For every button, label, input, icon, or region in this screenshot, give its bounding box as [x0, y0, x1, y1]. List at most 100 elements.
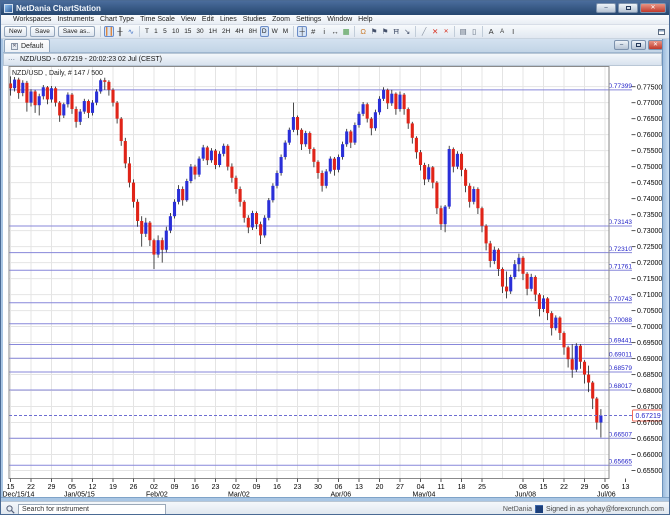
annotation-icon[interactable]: Ħ	[391, 26, 401, 37]
chart-close-button[interactable]: ✕	[648, 40, 663, 50]
price-chart[interactable]: 0.77399 0.73143 0.72310 0.71761 0.70743 0.700…	[1, 66, 664, 497]
svg-text:15: 15	[540, 484, 548, 491]
menu-window[interactable]: Window	[327, 16, 352, 23]
menu-studies[interactable]: Studies	[243, 16, 266, 23]
tab-label: Default	[21, 42, 44, 50]
window-controls: – ✕	[596, 3, 666, 13]
timeframe-w-button[interactable]: W	[270, 26, 280, 37]
font-decrease-icon[interactable]: A	[497, 26, 507, 37]
timeframe-30-button[interactable]: 30	[194, 26, 205, 37]
svg-text:29: 29	[581, 484, 589, 491]
svg-text:0.77000: 0.77000	[637, 100, 662, 107]
menu-workspaces[interactable]: Workspaces	[13, 16, 51, 23]
chart-window-menu-icon[interactable]: ⋯	[8, 56, 16, 64]
close-button[interactable]: ✕	[640, 3, 666, 13]
bar-chart-icon[interactable]: ┃┃	[103, 26, 114, 37]
instrument-search-input[interactable]	[18, 503, 166, 514]
delete-line-icon[interactable]: ✕	[430, 26, 440, 37]
info-icon[interactable]: i	[319, 26, 329, 37]
menu-zoom[interactable]: Zoom	[272, 16, 290, 23]
svg-text:0.74000: 0.74000	[637, 196, 662, 203]
timeframe-t-button[interactable]: T	[143, 26, 151, 37]
maximize-button[interactable]	[618, 3, 638, 13]
menu-lines[interactable]: Lines	[220, 16, 237, 23]
alert-down-icon[interactable]: ⚑	[369, 26, 379, 37]
svg-text:16: 16	[191, 484, 199, 491]
new-button[interactable]: New	[4, 26, 28, 37]
chart-minimize-button[interactable]: –	[614, 40, 629, 50]
timeframe-1-button[interactable]: 1	[152, 26, 160, 37]
text-tool-icon[interactable]: I	[508, 26, 518, 37]
svg-text:0.75000: 0.75000	[637, 164, 662, 171]
svg-text:0.70743: 0.70743	[609, 296, 633, 303]
menu-help[interactable]: Help	[358, 16, 372, 23]
timeframe-2h-button[interactable]: 2H	[220, 26, 232, 37]
save-button[interactable]: Save	[30, 26, 55, 37]
font-increase-icon[interactable]: A	[486, 26, 496, 37]
timeframe-15-button[interactable]: 15	[182, 26, 193, 37]
menu-settings[interactable]: Settings	[296, 16, 321, 23]
grid-icon[interactable]: #	[308, 26, 318, 37]
svg-text:0.69011: 0.69011	[609, 351, 632, 358]
timeframe-5-button[interactable]: 5	[161, 26, 169, 37]
toolbar-separator	[293, 26, 295, 37]
window-restore-icon	[657, 28, 665, 35]
alert-up-icon[interactable]: ⚑	[380, 26, 390, 37]
svg-text:18: 18	[458, 484, 466, 491]
menu-edit[interactable]: Edit	[202, 16, 214, 23]
expand-icon[interactable]: ↔	[330, 26, 340, 37]
minimize-button[interactable]: –	[596, 3, 616, 13]
svg-text:0.65665: 0.65665	[609, 458, 633, 465]
trend-step-icon[interactable]: ↘	[402, 26, 412, 37]
svg-text:0.72310: 0.72310	[609, 246, 633, 253]
menu-instruments[interactable]: Instruments	[57, 16, 94, 23]
svg-text:08: 08	[519, 484, 527, 491]
timeframe-m-button[interactable]: M	[281, 26, 290, 37]
print-preview-icon[interactable]: ▯	[469, 26, 479, 37]
svg-text:0.70000: 0.70000	[637, 324, 662, 331]
svg-text:0.71500: 0.71500	[637, 276, 662, 283]
menu-chart-type[interactable]: Chart Type	[100, 16, 134, 23]
toolbar-separator	[415, 26, 417, 37]
delete-all-lines-icon[interactable]: ✕	[441, 26, 451, 37]
svg-text:0.67000: 0.67000	[637, 420, 662, 427]
tab-default[interactable]: ✕ Default	[4, 39, 51, 52]
menu-view[interactable]: View	[181, 16, 196, 23]
toolbar-separator	[482, 26, 484, 37]
tab-close-icon[interactable]: ✕	[11, 42, 18, 50]
svg-text:23: 23	[212, 484, 220, 491]
svg-text:22: 22	[27, 484, 35, 491]
toolbar: New Save Save as.. ┃┃ ╫ ∿ T 1 5 10 15 30 1H 2H 4H 8H D W M…	[1, 25, 669, 39]
svg-text:09: 09	[171, 484, 179, 491]
tab-bar: ✕ Default – ✕	[1, 39, 669, 53]
trendline-icon[interactable]: ╱	[419, 26, 429, 37]
svg-text:0.77399: 0.77399	[609, 83, 633, 90]
timeframe-1h-button[interactable]: 1H	[207, 26, 219, 37]
svg-text:0.74500: 0.74500	[637, 180, 662, 187]
search-icon	[6, 504, 15, 514]
crosshair-icon[interactable]: ┼	[297, 26, 308, 37]
menu-time-scale[interactable]: Time Scale	[140, 16, 175, 23]
svg-text:0.66507: 0.66507	[609, 431, 633, 438]
svg-text:12: 12	[89, 484, 97, 491]
brand-label: NetDania	[502, 505, 532, 513]
candlestick-chart-canvas[interactable]: 0.77399 0.73143 0.72310 0.71761 0.70743 0.700…	[1, 66, 664, 497]
print-icon[interactable]: ▤	[458, 26, 468, 37]
chart-legend: NZD/USD , Daily, # 147 / 500	[12, 70, 103, 77]
timeframe-d-button[interactable]: D	[259, 26, 269, 37]
title-bar[interactable]: NetDania ChartStation – ✕	[1, 1, 669, 15]
svg-text:0.65500: 0.65500	[637, 468, 662, 475]
save-as-button[interactable]: Save as..	[57, 26, 95, 37]
candlestick-icon[interactable]: ╫	[115, 26, 125, 37]
alarm-bell-icon[interactable]: Ω	[358, 26, 368, 37]
snapshot-icon[interactable]: ▦	[341, 26, 351, 37]
status-bar: NetDania Signed in as yohay@forexcrunch.…	[1, 501, 669, 514]
timeframe-8h-button[interactable]: 8H	[247, 26, 259, 37]
line-chart-icon[interactable]: ∿	[126, 26, 136, 37]
chart-window-titlebar[interactable]: ⋯ NZD/USD - 0.67219 - 20:02:23 02 Jul (C…	[3, 53, 662, 66]
workspace-frame-right	[662, 39, 669, 497]
timeframe-4h-button[interactable]: 4H	[233, 26, 245, 37]
chart-restore-button[interactable]	[631, 40, 646, 50]
timeframe-10-button[interactable]: 10	[170, 26, 181, 37]
restore-chart-window-button[interactable]	[656, 26, 666, 37]
